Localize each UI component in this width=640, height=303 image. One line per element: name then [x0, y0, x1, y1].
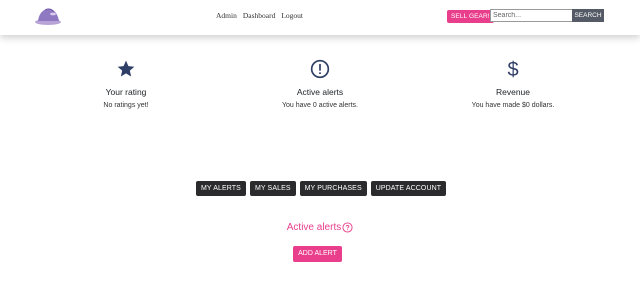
nav-links: Admin Dashboard Logout — [216, 11, 303, 20]
logo-icon[interactable] — [33, 5, 63, 27]
sell-gear-button[interactable]: SELL GEAR! — [447, 10, 494, 23]
tab-my-sales[interactable]: MY SALES — [249, 181, 296, 196]
nav-link-logout[interactable]: Logout — [281, 11, 303, 20]
stat-title: Your rating — [105, 87, 147, 97]
stat-active-alerts: Active alerts You have 0 active alerts. — [240, 58, 400, 109]
stat-text: You have made $0 dollars. — [471, 102, 555, 109]
active-alerts-heading: Active alerts — [0, 222, 640, 233]
star-icon — [46, 58, 206, 80]
tab-update-account[interactable]: UPDATE ACCOUNT — [370, 181, 447, 196]
stat-title: Active alerts — [296, 87, 344, 97]
stat-rating: Your rating No ratings yet! — [46, 58, 206, 109]
dollar-icon: $ — [433, 58, 593, 80]
stat-revenue: $ Revenue You have made $0 dollars. — [433, 58, 593, 109]
exclamation-circle-icon — [240, 58, 400, 80]
stat-text: You have 0 active alerts. — [281, 102, 358, 109]
navbar: Admin Dashboard Logout SELL GEAR! SEARCH — [0, 0, 640, 35]
question-circle-icon[interactable] — [342, 222, 353, 233]
search-button[interactable]: SEARCH — [572, 9, 604, 22]
nav-link-dashboard[interactable]: Dashboard — [243, 11, 276, 20]
svg-text:$: $ — [507, 59, 518, 80]
tab-my-purchases[interactable]: MY PURCHASES — [299, 181, 367, 196]
search-input[interactable] — [490, 9, 573, 22]
tab-my-alerts[interactable]: MY ALERTS — [196, 181, 246, 196]
nav-link-admin[interactable]: Admin — [216, 11, 237, 20]
active-alerts-heading-text: Active alerts — [286, 222, 342, 233]
stat-text: No ratings yet! — [103, 102, 149, 109]
add-alert-button[interactable]: ADD ALERT — [293, 246, 342, 262]
account-tabs: MY ALERTS MY SALES MY PURCHASES UPDATE A… — [196, 181, 447, 196]
stat-title: Revenue — [495, 87, 531, 97]
